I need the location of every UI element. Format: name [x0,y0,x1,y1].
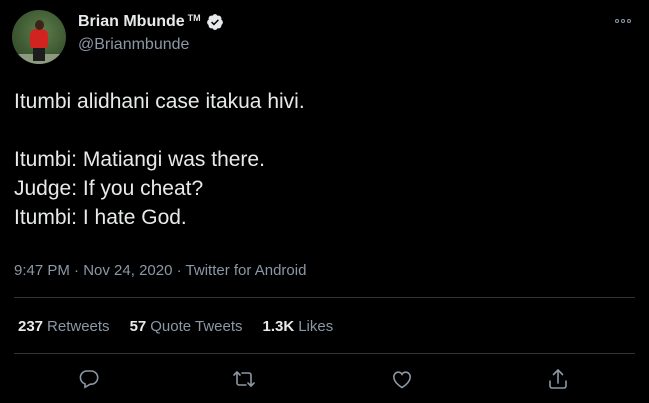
trademark-mark: TM [187,13,201,23]
quote-tweets-stat[interactable]: 57 Quote Tweets [130,318,243,335]
quote-tweets-label: Quote Tweets [150,318,243,335]
retweets-count: 237 [18,318,44,335]
more-dot [627,19,631,23]
meta-separator: · [74,262,80,279]
share-icon[interactable] [546,367,570,391]
author-name-row[interactable]: Brian Mbunde TM [78,12,224,32]
more-dot [615,19,619,23]
retweets-label: Retweets [47,318,110,335]
tweet-source[interactable]: Twitter for Android [186,262,307,279]
retweet-icon[interactable] [232,367,256,391]
tweet-card: Brian Mbunde TM @Brianmbunde Itumbi alid… [0,0,649,403]
avatar-person-body [30,29,48,48]
reply-icon[interactable] [77,367,101,391]
avatar[interactable] [12,10,66,64]
likes-count: 1.3K [262,318,295,335]
quote-tweets-count: 57 [129,318,147,335]
action-bar [0,364,649,394]
tweet-line: Judge: If you cheat? [14,177,204,200]
likes-label: Likes [298,318,334,335]
divider [14,353,635,354]
more-options-icon[interactable] [615,14,635,28]
tweet-time[interactable]: 9:47 PM [14,262,70,279]
avatar-person-legs [33,47,45,61]
tweet-line: Itumbi: I hate God. [14,206,187,229]
tweet-line: Itumbi: Matiangi was there. [14,148,265,171]
avatar-person-head [35,20,44,30]
retweets-stat[interactable]: 237 Retweets [18,318,110,335]
author-handle[interactable]: @Brianmbunde [78,36,189,54]
tweet-date[interactable]: Nov 24, 2020 [83,262,172,279]
divider [14,297,635,298]
verified-badge-icon [206,13,224,31]
meta-separator: · [176,262,182,279]
heart-icon[interactable] [390,367,414,391]
likes-stat[interactable]: 1.3K Likes [263,318,334,335]
more-dot [621,19,625,23]
tweet-metadata: 9:47 PM · Nov 24, 2020 · Twitter for And… [14,262,306,279]
tweet-text: Itumbi alidhani case itakua hivi. Itumbi… [14,87,634,232]
tweet-line: Itumbi alidhani case itakua hivi. [14,90,305,113]
tweet-stats: 237 Retweets 57 Quote Tweets 1.3K Likes [18,318,353,335]
author-display-name[interactable]: Brian Mbunde [78,13,185,31]
